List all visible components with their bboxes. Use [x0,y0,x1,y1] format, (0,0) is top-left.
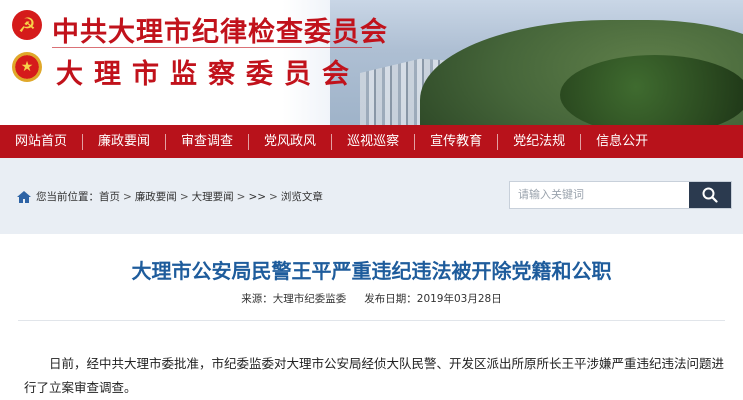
nav-item-inspection[interactable]: 巡视巡察 [332,125,414,158]
breadcrumb-home[interactable]: 首页 [99,189,120,204]
nav-item-disclosure[interactable]: 信息公开 [581,125,663,158]
article-title: 大理市公安局民警王平严重违纪违法被开除党籍和公职 [131,259,612,283]
breadcrumb-separator: > [269,190,278,203]
header-banner: ☭ ★ 中共大理市纪律检查委员会 大理市监察委员会 [0,0,743,125]
site-title-line1: 中共大理市纪律检查委员会 [52,17,388,48]
search-icon [702,187,718,203]
nav-item-investigation[interactable]: 审查调查 [166,125,248,158]
nav-item-regulations[interactable]: 党纪法规 [498,125,580,158]
article-source: 来源：大理市纪委监委 [241,293,347,305]
nav-item-news[interactable]: 廉政要闻 [83,125,165,158]
article-meta: 来源：大理市纪委监委 发布日期：2019年03月28日 [0,291,743,306]
title-divider [52,47,372,48]
breadcrumb-separator: > [179,190,189,203]
search-input[interactable] [510,182,689,208]
article-divider [18,320,725,321]
breadcrumb-current: 浏览文章 [280,191,323,203]
search-button[interactable] [689,182,731,208]
main-nav: 网站首页 廉政要闻 审查调查 党风政风 巡视巡察 宣传教育 党纪法规 信息公开 [0,125,743,158]
nav-item-education[interactable]: 宣传教育 [415,125,497,158]
breadcrumb: 您当前位置： 首页 > 廉政要闻 > 大理要闻 > >> > 浏览文章 [16,189,323,204]
home-icon [16,190,32,204]
banner-photo-tree [560,55,743,125]
search-box [509,181,732,209]
article-date: 发布日期：2019年03月28日 [364,293,502,305]
breadcrumb-separator: > [123,190,132,203]
article-paragraph: 日前，经中共大理市委批准，市纪委监委对大理市公安局经侦大队民警、开发区派出所原所… [24,356,725,395]
party-emblem-icon: ☭ [12,10,42,40]
breadcrumb-prefix: 您当前位置： [36,191,99,203]
breadcrumb-separator: > [236,190,246,203]
breadcrumb-double-arrow: >> [248,190,267,203]
breadcrumb-dali-news[interactable]: 大理要闻 [192,189,234,204]
nav-item-home[interactable]: 网站首页 [0,125,82,158]
site-title-line2: 大理市监察委员会 [56,59,360,90]
breadcrumb-news[interactable]: 廉政要闻 [135,189,177,204]
nav-item-conduct[interactable]: 党风政风 [249,125,331,158]
national-emblem-icon: ★ [12,52,42,82]
